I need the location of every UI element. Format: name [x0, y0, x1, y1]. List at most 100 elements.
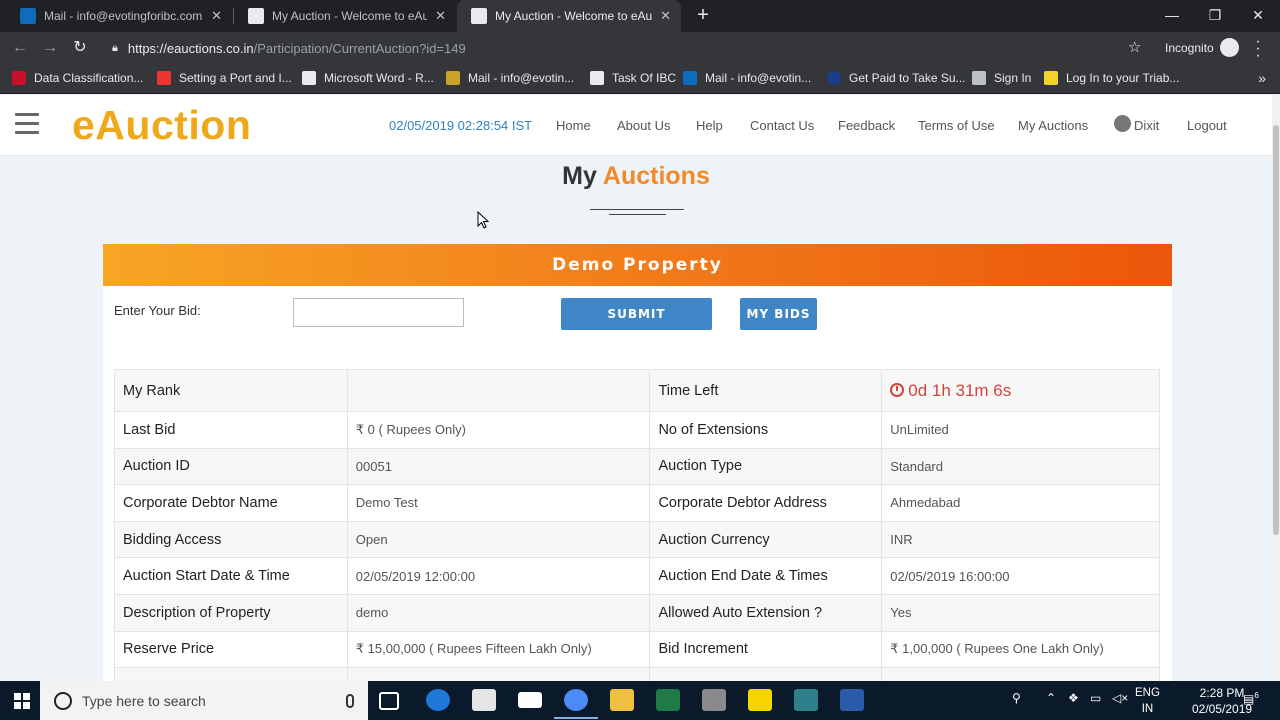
dropbox-icon[interactable]: ❖ [1068, 691, 1079, 705]
sticky-notes-icon[interactable] [748, 689, 772, 711]
battery-icon[interactable]: ▭ [1090, 691, 1101, 705]
hamburger-menu-icon[interactable] [15, 113, 39, 134]
table-row: Auction Start Date & Time 02/05/2019 12:… [114, 557, 1160, 595]
field-value: ₹ 1,00,000 ( Rupees One Lakh Only) [881, 630, 1160, 669]
bid-input[interactable] [293, 298, 464, 327]
restore-icon[interactable]: ❐ [1203, 4, 1227, 26]
tab-mail[interactable]: Mail - info@evotingforibc.com ✕ [6, 0, 232, 32]
field-value [346, 667, 651, 681]
window-close-icon[interactable]: ✕ [1246, 4, 1270, 26]
bookmarks-overflow-chevron-icon[interactable]: » [1258, 70, 1266, 86]
nav-logout[interactable]: Logout [1187, 118, 1227, 133]
cortana-icon [54, 691, 72, 710]
edge-icon[interactable] [426, 689, 450, 711]
bookmark-item[interactable]: Get Paid to Take Su... [827, 71, 966, 85]
field-label: Auction Type [649, 447, 883, 486]
tray-chevron-icon[interactable]: ⌃ [1046, 691, 1056, 705]
close-icon[interactable]: ✕ [435, 8, 446, 24]
forward-arrow-icon[interactable]: → [39, 37, 61, 59]
title-divider [609, 214, 666, 215]
excel-icon[interactable] [656, 689, 680, 711]
mail-icon[interactable] [518, 692, 542, 708]
bookmark-label: Mail - info@evotin... [468, 71, 575, 85]
my-bids-button[interactable]: MY BIDS [740, 298, 817, 330]
bookmark-label: Setting a Port and I... [179, 71, 292, 85]
bookmark-label: Get Paid to Take Su... [849, 71, 966, 85]
bookmark-favicon [972, 71, 986, 85]
bookmark-item[interactable]: Sign In [972, 71, 1031, 85]
language-indicator[interactable]: ENG IN [1135, 685, 1160, 717]
taskbar-search[interactable]: Type here to search [40, 681, 368, 720]
page-scrollbar[interactable] [1272, 95, 1280, 681]
time-left-text: 0d 1h 31m 6s [908, 380, 1012, 400]
close-icon[interactable]: ✕ [211, 8, 222, 24]
field-label: Reserve Price [114, 630, 348, 669]
bookmark-item[interactable]: Log In to your Triab... [1044, 71, 1179, 85]
table-row: Bidding Access Open Auction Currency INR [114, 520, 1160, 559]
bookmark-item[interactable]: Data Classification... [12, 71, 143, 85]
task-view-icon[interactable] [379, 692, 399, 710]
nav-home[interactable]: Home [556, 118, 591, 133]
bookmark-item[interactable]: Task Of IBC [590, 71, 676, 85]
browser-toolbar: ← → ↻ 🔒︎ https://eauctions.co.in/Partici… [0, 32, 1280, 64]
bookmark-item[interactable]: Microsoft Word - R... [302, 71, 434, 85]
file-explorer-icon[interactable] [610, 689, 634, 711]
scrollbar-thumb[interactable] [1273, 125, 1279, 535]
people-icon[interactable]: ⚲ [1012, 691, 1021, 705]
action-center-icon[interactable]: ▤6 [1243, 691, 1259, 706]
field-label [649, 667, 883, 681]
back-arrow-icon[interactable]: ← [9, 37, 31, 59]
bookmark-item[interactable]: Mail - info@evotin... [446, 71, 574, 85]
page-title-part2: Auctions [602, 162, 710, 190]
page-icon [471, 8, 487, 24]
bookmark-item[interactable]: Mail - info@evotin... [683, 71, 811, 85]
address-bar[interactable]: 🔒︎ https://eauctions.co.in/Participation… [104, 35, 1154, 61]
minimize-icon[interactable]: — [1160, 4, 1184, 26]
reload-icon[interactable]: ↻ [69, 37, 91, 59]
bookmark-label: Task Of IBC [612, 71, 677, 85]
site-logo[interactable]: eAuction [72, 102, 251, 149]
nav-user[interactable]: Dixit [1134, 118, 1159, 133]
printer-icon[interactable] [702, 689, 726, 711]
table-row [114, 667, 1160, 681]
windows-start-icon[interactable] [14, 693, 30, 709]
nav-about[interactable]: About Us [617, 118, 670, 133]
bookmark-label: Log In to your Triab... [1066, 71, 1180, 85]
nav-help[interactable]: Help [696, 118, 723, 133]
table-row: Corporate Debtor Name Demo Test Corporat… [114, 484, 1160, 522]
outlook-icon [20, 8, 36, 24]
bookmark-item[interactable]: Setting a Port and I... [157, 71, 292, 85]
menu-kebab-icon[interactable]: · · · [1253, 34, 1263, 64]
bookmark-star-icon[interactable]: ☆ [1128, 38, 1141, 56]
nav-terms[interactable]: Terms of Use [918, 118, 995, 133]
nav-feedback[interactable]: Feedback [838, 118, 895, 133]
microphone-icon[interactable] [346, 693, 354, 708]
word-icon[interactable] [840, 689, 864, 711]
field-value: Open [346, 520, 651, 559]
store-icon[interactable] [472, 689, 496, 711]
field-label: Auction Start Date & Time [114, 557, 348, 595]
page-title-part1: My [562, 162, 597, 190]
new-tab-button[interactable]: + [692, 4, 714, 26]
field-label: Last Bid [114, 411, 348, 449]
volume-icon[interactable]: ◁× [1112, 691, 1128, 705]
tab-my-auction-2[interactable]: My Auction - Welcome to eAuctio ✕ [457, 0, 681, 32]
field-value: 02/05/2019 16:00:00 [881, 557, 1160, 595]
submit-button[interactable]: SUBMIT [561, 298, 712, 330]
nav-contact[interactable]: Contact Us [750, 118, 814, 133]
close-icon[interactable]: ✕ [660, 8, 671, 24]
tab-my-auction-1[interactable]: My Auction - Welcome to eAuctio ✕ [234, 0, 456, 32]
field-value: INR [881, 520, 1160, 559]
bookmark-favicon [12, 71, 26, 85]
field-label: No of Extensions [649, 411, 883, 449]
bookmark-label: Microsoft Word - R... [324, 71, 434, 85]
bookmark-label: Data Classification... [34, 71, 144, 85]
bookmark-favicon [683, 71, 697, 85]
search-placeholder: Type here to search [82, 692, 206, 709]
field-label: Corporate Debtor Name [114, 484, 348, 522]
nav-my-auctions[interactable]: My Auctions [1018, 118, 1088, 133]
incognito-icon[interactable] [1220, 38, 1239, 57]
bookmark-label: Sign In [994, 71, 1032, 85]
chrome-icon[interactable] [554, 689, 598, 719]
app-icon[interactable] [794, 689, 818, 711]
